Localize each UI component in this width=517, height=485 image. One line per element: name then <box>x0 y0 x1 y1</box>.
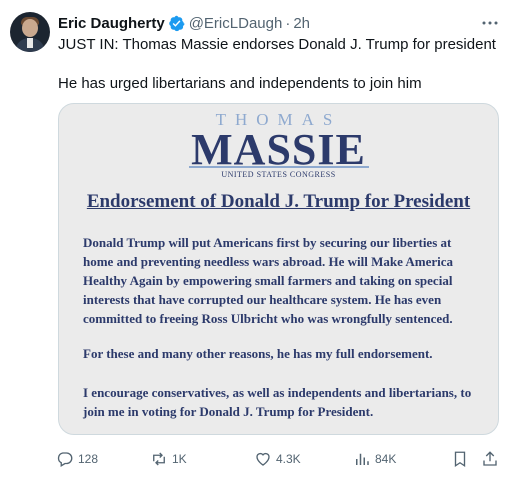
views-count: 84K <box>375 452 397 466</box>
bookmark-button[interactable] <box>451 448 469 470</box>
tweet-text-line1: JUST IN: Thomas Massie endorses Donald J… <box>58 36 496 53</box>
document-paragraph-1: Donald Trump will put Americans first by… <box>83 235 454 326</box>
timestamp[interactable]: 2h <box>293 15 310 32</box>
reply-icon <box>57 452 73 467</box>
tweet-image[interactable]: THOMAS MASSIE UNITED STATES CONGRESS End… <box>58 103 499 435</box>
more-dots-icon[interactable] <box>480 13 500 33</box>
share-icon <box>483 451 497 466</box>
action-bar: 128 1K 4.3K 84K <box>0 448 517 470</box>
document-title: Endorsement of Donald J. Trump for Presi… <box>86 191 471 212</box>
share-button[interactable] <box>481 448 499 470</box>
like-count: 4.3K <box>276 452 301 466</box>
like-button[interactable]: 4.3K <box>254 448 301 470</box>
document-paragraph-3: I encourage conservatives, as well as in… <box>83 385 472 419</box>
separator-dot: · <box>285 14 291 32</box>
verified-badge-icon <box>168 15 185 31</box>
author-handle[interactable]: @EricLDaugh <box>189 15 283 32</box>
tweet-text-line2: He has urged libertarians and independen… <box>58 75 422 92</box>
bookmark-icon <box>454 451 466 468</box>
repost-count: 1K <box>172 452 187 466</box>
logo-divider <box>189 166 369 168</box>
avatar[interactable] <box>10 12 50 52</box>
heart-icon <box>256 452 270 466</box>
logo-subtitle: UNITED STATES CONGRESS <box>221 170 336 179</box>
views-bar-icon <box>356 453 369 465</box>
reply-button[interactable]: 128 <box>56 448 98 470</box>
repost-button[interactable]: 1K <box>150 448 187 470</box>
views-button[interactable]: 84K <box>353 448 396 470</box>
document-paragraph-2: For these and many other reasons, he has… <box>83 346 433 361</box>
author-name[interactable]: Eric Daugherty <box>58 15 165 32</box>
reply-count: 128 <box>78 452 99 466</box>
tweet-header: Eric Daugherty @EricLDaugh · 2h <box>58 13 310 33</box>
repost-icon <box>153 452 165 466</box>
